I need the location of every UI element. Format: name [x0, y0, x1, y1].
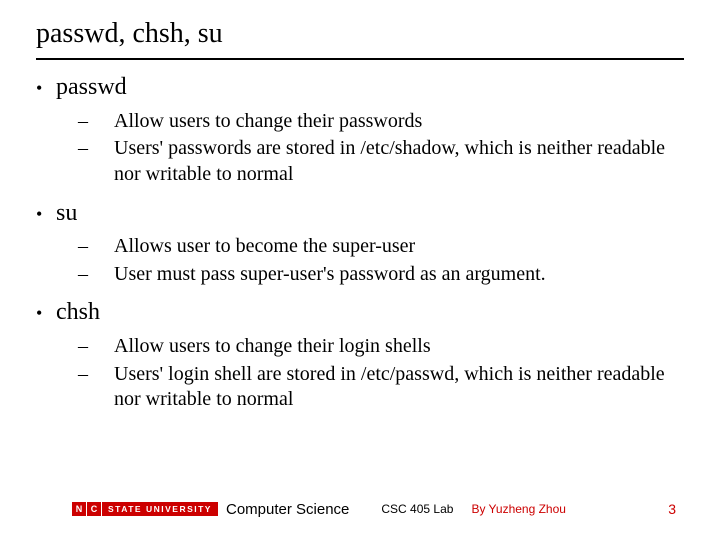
slide-title: passwd, chsh, su: [36, 18, 684, 58]
page-number: 3: [668, 501, 676, 517]
bullet-head: chsh: [56, 299, 100, 325]
bullet-passwd: •passwd: [36, 72, 684, 103]
bullet-chsh: •chsh: [36, 297, 684, 328]
footer: N C STATE UNIVERSITY Computer Science CS…: [0, 496, 720, 522]
slide-content: •passwd –Allow users to change their pas…: [36, 72, 684, 413]
bullet-icon: •: [36, 302, 56, 325]
author-label: By Yuzheng Zhou: [471, 502, 566, 516]
subbullet-text: Allows user to become the super-user: [114, 235, 415, 257]
bullet-su: •su: [36, 198, 684, 229]
subbullet: –User must pass super-user's password as…: [96, 262, 684, 288]
logo-bar: STATE UNIVERSITY: [102, 502, 218, 516]
dept-label: Computer Science: [226, 501, 349, 518]
subbullet-text: Users' login shell are stored in /etc/pa…: [114, 363, 665, 411]
course-label: CSC 405 Lab: [381, 502, 453, 516]
subbullet-text: User must pass super-user's password as …: [114, 263, 546, 285]
logo-c-icon: C: [87, 502, 101, 516]
bullet-head: passwd: [56, 74, 127, 100]
subbullet: –Users' passwords are stored in /etc/sha…: [96, 136, 684, 187]
subbullet-text: Users' passwords are stored in /etc/shad…: [114, 137, 665, 185]
bullet-icon: •: [36, 203, 56, 226]
dash-icon: –: [96, 109, 114, 135]
dash-icon: –: [96, 262, 114, 288]
subbullet-text: Allow users to change their login shells: [114, 335, 431, 357]
subbullet-text: Allow users to change their passwords: [114, 110, 422, 132]
dash-icon: –: [96, 234, 114, 260]
subbullet: –Allow users to change their passwords: [96, 109, 684, 135]
slide: passwd, chsh, su •passwd –Allow users to…: [0, 0, 720, 540]
title-rule: [36, 58, 684, 60]
ncsu-logo: N C STATE UNIVERSITY: [72, 501, 218, 517]
logo-n-icon: N: [72, 502, 86, 516]
subbullet: –Allows user to become the super-user: [96, 234, 684, 260]
bullet-head: su: [56, 200, 77, 226]
dash-icon: –: [96, 334, 114, 360]
subbullet: –Users' login shell are stored in /etc/p…: [96, 362, 684, 413]
subbullet: –Allow users to change their login shell…: [96, 334, 684, 360]
dash-icon: –: [96, 136, 114, 162]
dash-icon: –: [96, 362, 114, 388]
bullet-icon: •: [36, 77, 56, 100]
